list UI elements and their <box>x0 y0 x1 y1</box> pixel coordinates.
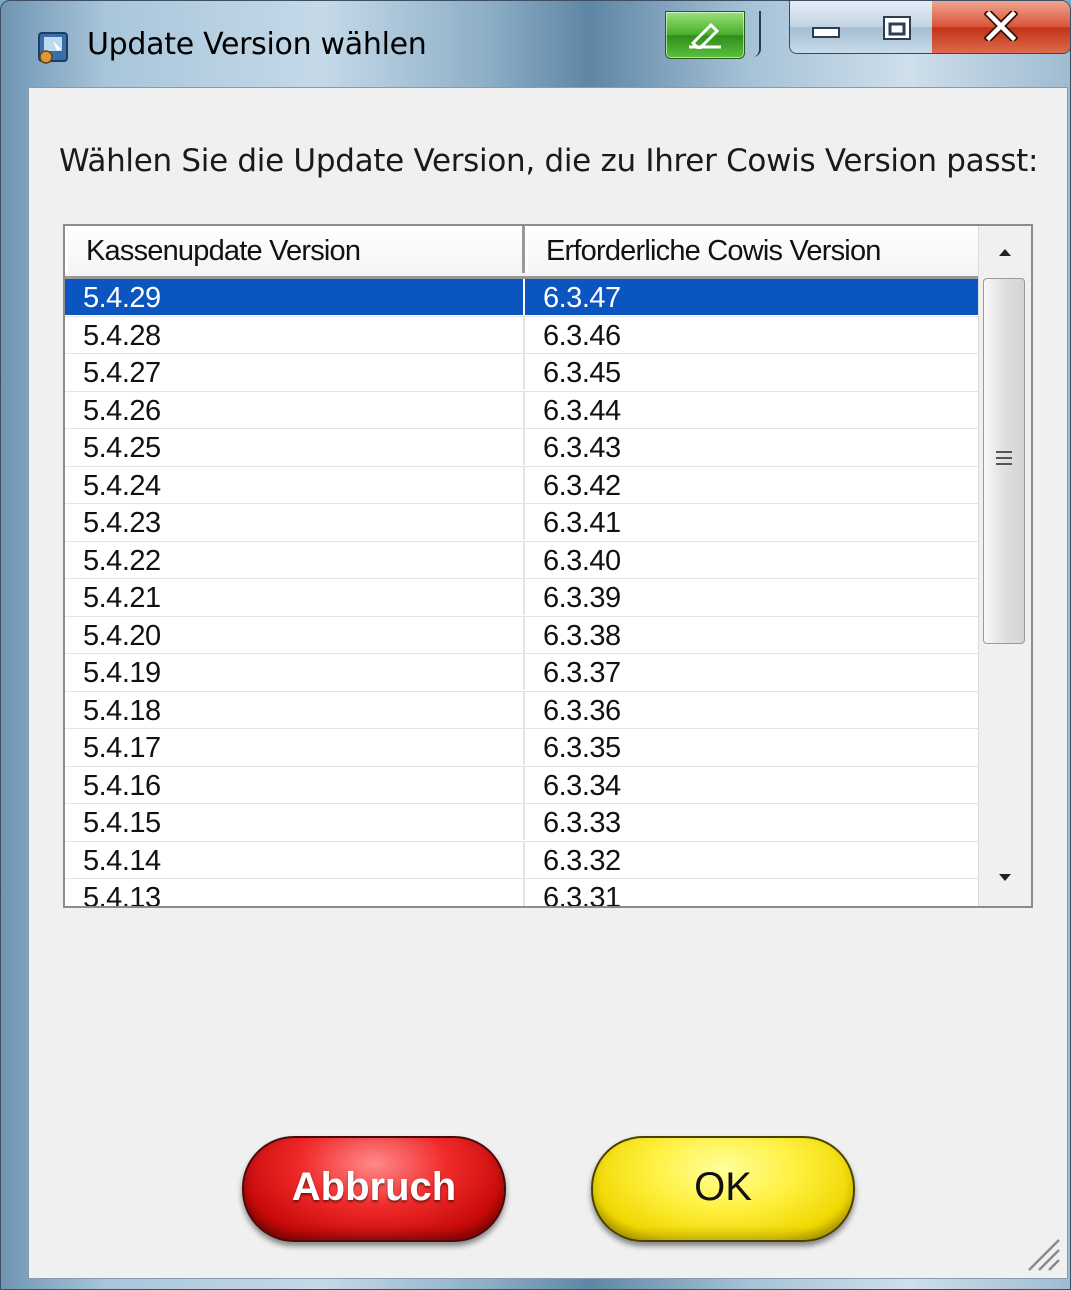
cell-kassenupdate-version: 5.4.22 <box>83 544 161 577</box>
close-icon <box>984 11 1018 41</box>
cell-cowis-version: 6.3.44 <box>523 391 978 428</box>
list-header: Kassenupdate Version Erforderliche Cowis… <box>65 226 981 279</box>
table-row[interactable]: 5.4.22 6.3.40 <box>65 541 981 579</box>
scrollbar-thumb[interactable] <box>983 278 1025 644</box>
window-controls <box>789 1 1070 54</box>
scroll-up-button[interactable] <box>979 226 1031 278</box>
cell-cowis-version: 6.3.46 <box>523 316 978 353</box>
cell-kassenupdate-version: 5.4.26 <box>83 394 161 427</box>
cell-kassenupdate-version: 5.4.29 <box>65 279 523 315</box>
table-row[interactable]: 5.4.16 6.3.34 <box>65 766 981 804</box>
minimize-icon <box>812 27 840 38</box>
cell-cowis-version: 6.3.34 <box>523 766 978 803</box>
cancel-button[interactable]: Abbruch <box>242 1136 506 1242</box>
table-row[interactable]: 5.4.15 6.3.33 <box>65 804 981 842</box>
table-row[interactable]: 5.4.20 6.3.38 <box>65 616 981 654</box>
cell-kassenupdate-version: 5.4.19 <box>83 657 161 689</box>
dialog-window: Update Version wählen Wählen Sie die Upd… <box>0 0 1071 1290</box>
cell-kassenupdate-version: 5.4.18 <box>83 694 161 727</box>
cell-cowis-version: 6.3.45 <box>523 354 978 390</box>
cell-cowis-version: 6.3.36 <box>523 691 978 728</box>
maximize-button[interactable] <box>862 1 933 53</box>
list-rows: 5.4.29 6.3.47 5.4.28 6.3.46 5.4.27 6.3.45 5.4.… <box>65 279 981 908</box>
cell-kassenupdate-version: 5.4.16 <box>83 769 161 802</box>
cell-cowis-version: 6.3.40 <box>523 541 978 578</box>
table-row[interactable]: 5.4.27 6.3.45 <box>65 354 981 392</box>
cell-cowis-version: 6.3.37 <box>523 654 978 690</box>
maximize-icon <box>883 16 911 40</box>
column-header-cowis[interactable]: Erforderliche Cowis Version <box>525 226 981 273</box>
column-header-kassenupdate[interactable]: Kassenupdate Version <box>65 226 525 273</box>
resize-grip-icon[interactable] <box>1021 1232 1061 1272</box>
cell-cowis-version: 6.3.47 <box>523 279 978 315</box>
close-button[interactable] <box>932 1 1070 53</box>
arrow-up-icon <box>999 249 1011 256</box>
cell-kassenupdate-version: 5.4.27 <box>83 357 161 389</box>
table-row[interactable]: 5.4.21 6.3.39 <box>65 579 981 617</box>
cell-kassenupdate-version: 5.4.20 <box>83 619 161 652</box>
table-row[interactable]: 5.4.19 6.3.37 <box>65 654 981 692</box>
cell-cowis-version: 6.3.31 <box>523 879 978 906</box>
table-row[interactable]: 5.4.28 6.3.46 <box>65 316 981 354</box>
cell-kassenupdate-version: 5.4.17 <box>83 732 161 764</box>
cell-cowis-version: 6.3.33 <box>523 804 978 840</box>
cell-kassenupdate-version: 5.4.28 <box>83 319 161 352</box>
scroll-down-button[interactable] <box>979 854 1031 906</box>
table-row[interactable]: 5.4.24 6.3.42 <box>65 466 981 504</box>
table-row[interactable]: 5.4.17 6.3.35 <box>65 729 981 767</box>
cell-cowis-version: 6.3.39 <box>523 579 978 615</box>
table-row[interactable]: 5.4.25 6.3.43 <box>65 429 981 467</box>
table-row[interactable]: 5.4.14 6.3.32 <box>65 841 981 879</box>
grip-icon <box>996 451 1012 469</box>
table-row[interactable]: 5.4.18 6.3.36 <box>65 691 981 729</box>
cell-cowis-version: 6.3.38 <box>523 616 978 653</box>
vertical-scrollbar[interactable] <box>978 226 1031 906</box>
cell-kassenupdate-version: 5.4.15 <box>83 807 161 839</box>
title-bar[interactable]: Update Version wählen <box>1 1 1070 87</box>
cell-kassenupdate-version: 5.4.21 <box>83 582 161 614</box>
table-row[interactable]: 5.4.23 6.3.41 <box>65 504 981 542</box>
version-list[interactable]: Kassenupdate Version Erforderliche Cowis… <box>63 224 1033 908</box>
table-row[interactable]: 5.4.26 6.3.44 <box>65 391 981 429</box>
arrow-down-icon <box>999 874 1011 881</box>
cell-cowis-version: 6.3.41 <box>523 504 978 540</box>
setup-wizard-icon <box>38 32 68 64</box>
cell-cowis-version: 6.3.32 <box>523 841 978 878</box>
instruction-text: Wählen Sie die Update Version, die zu Ih… <box>59 143 1039 179</box>
table-row[interactable]: 5.4.29 6.3.47 <box>65 279 981 317</box>
minimize-button[interactable] <box>790 1 863 53</box>
cell-kassenupdate-version: 5.4.23 <box>83 507 161 539</box>
cell-cowis-version: 6.3.35 <box>523 729 978 765</box>
table-row[interactable]: 5.4.13 6.3.31 <box>65 879 981 908</box>
titlebar-separator <box>749 11 761 57</box>
cell-cowis-version: 6.3.42 <box>523 466 978 503</box>
cell-cowis-version: 6.3.43 <box>523 429 978 465</box>
cell-kassenupdate-version: 5.4.14 <box>83 844 161 877</box>
pencil-icon <box>689 22 721 49</box>
window-title: Update Version wählen <box>87 27 427 62</box>
dialog-client-area: Wählen Sie die Update Version, die zu Ih… <box>28 87 1068 1279</box>
cell-kassenupdate-version: 5.4.24 <box>83 469 161 502</box>
edit-button[interactable] <box>665 11 745 59</box>
cell-kassenupdate-version: 5.4.25 <box>83 432 161 464</box>
ok-button[interactable]: OK <box>591 1136 855 1242</box>
cell-kassenupdate-version: 5.4.13 <box>83 882 161 908</box>
